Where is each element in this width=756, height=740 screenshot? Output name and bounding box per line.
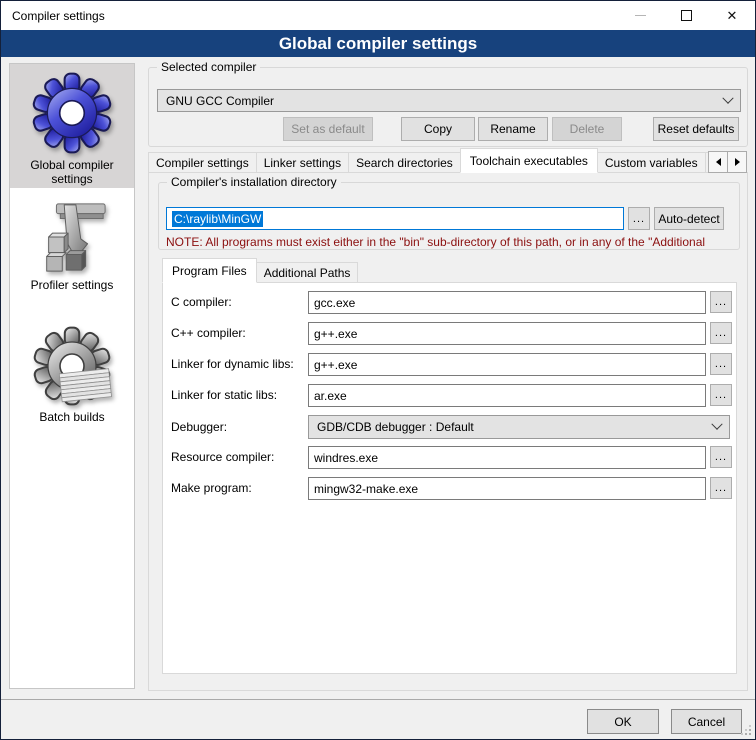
- tab-compiler-settings[interactable]: Compiler settings: [148, 152, 257, 173]
- linker-dynamic-label: Linker for dynamic libs:: [171, 357, 306, 371]
- selected-compiler-legend: Selected compiler: [157, 60, 260, 74]
- c-compiler-label: C compiler:: [171, 295, 306, 309]
- settings-category-list: Global compiler settings: [9, 63, 135, 689]
- blue-gear-icon: [31, 72, 113, 154]
- caliper-icon: [35, 200, 109, 274]
- tab-toolchain-executables[interactable]: Toolchain executables: [460, 148, 598, 173]
- make-program-input[interactable]: mingw32-make.exe: [308, 477, 706, 500]
- rename-button[interactable]: Rename: [478, 117, 548, 141]
- tab-scroll-right-button[interactable]: [727, 151, 747, 173]
- resize-grip[interactable]: [739, 723, 751, 735]
- program-files-page: C compiler: gcc.exe ... C++ compiler: g+…: [162, 282, 737, 674]
- sidebar-item-label: Profiler settings: [10, 274, 134, 300]
- cpp-compiler-label: C++ compiler:: [171, 326, 306, 340]
- c-compiler-input[interactable]: gcc.exe: [308, 291, 706, 314]
- installation-directory-input[interactable]: C:\raylib\MinGW: [166, 207, 624, 230]
- bin-subdirectory-note: NOTE: All programs must exist either in …: [166, 235, 736, 249]
- tab-scroll-left-button[interactable]: [708, 151, 728, 173]
- tab-program-files[interactable]: Program Files: [162, 258, 257, 283]
- sidebar-item-label: Global compiler settings: [10, 154, 134, 194]
- close-icon: ✕: [727, 9, 738, 22]
- debugger-select[interactable]: GDB/CDB debugger : Default: [308, 415, 730, 439]
- tab-linker-settings[interactable]: Linker settings: [256, 152, 349, 173]
- window-close-button[interactable]: ✕: [709, 1, 755, 30]
- compiler-tabs: Compiler settings Linker settings Search…: [148, 148, 735, 173]
- tab-search-directories[interactable]: Search directories: [348, 152, 461, 173]
- auto-detect-button[interactable]: Auto-detect: [654, 207, 724, 230]
- linker-dynamic-browse-button[interactable]: ...: [710, 353, 732, 375]
- cancel-button[interactable]: Cancel: [671, 709, 742, 734]
- debugger-label: Debugger:: [171, 420, 306, 434]
- arrow-left-icon: [716, 158, 721, 166]
- compiler-select[interactable]: GNU GCC Compiler: [157, 89, 741, 112]
- linker-dynamic-input[interactable]: g++.exe: [308, 353, 706, 376]
- delete-button[interactable]: Delete: [552, 117, 622, 141]
- window-minimize-button[interactable]: [617, 1, 663, 30]
- sidebar-item-label: Batch builds: [10, 406, 134, 432]
- window-controls: ✕: [617, 1, 755, 30]
- linker-static-input[interactable]: ar.exe: [308, 384, 706, 407]
- tab-scroll-arrows: [709, 151, 747, 173]
- resource-compiler-browse-button[interactable]: ...: [710, 446, 732, 468]
- sidebar-item-batch-builds[interactable]: Batch builds: [10, 326, 134, 432]
- c-compiler-browse-button[interactable]: ...: [710, 291, 732, 313]
- debugger-select-value: GDB/CDB debugger : Default: [317, 420, 474, 434]
- program-tabs: Program Files Additional Paths: [162, 258, 357, 283]
- linker-static-label: Linker for static libs:: [171, 388, 306, 402]
- tab-additional-paths[interactable]: Additional Paths: [256, 262, 359, 283]
- maximize-icon: [681, 10, 692, 21]
- titlebar[interactable]: Compiler settings ✕: [1, 1, 755, 30]
- toolchain-executables-page: Compiler's installation directory C:\ray…: [148, 172, 748, 691]
- sidebar-item-profiler-settings[interactable]: Profiler settings: [10, 200, 134, 300]
- installation-directory-value: C:\raylib\MinGW: [172, 211, 263, 227]
- resource-compiler-label: Resource compiler:: [171, 450, 306, 464]
- dialog-header: Global compiler settings: [1, 30, 755, 57]
- resource-compiler-input[interactable]: windres.exe: [308, 446, 706, 469]
- copy-button[interactable]: Copy: [401, 117, 475, 141]
- linker-static-browse-button[interactable]: ...: [710, 384, 732, 406]
- cpp-compiler-browse-button[interactable]: ...: [710, 322, 732, 344]
- chevron-down-icon: [711, 419, 722, 430]
- window-maximize-button[interactable]: [663, 1, 709, 30]
- cpp-compiler-input[interactable]: g++.exe: [308, 322, 706, 345]
- set-as-default-button[interactable]: Set as default: [283, 117, 373, 141]
- make-program-browse-button[interactable]: ...: [710, 477, 732, 499]
- tab-custom-variables[interactable]: Custom variables: [597, 152, 706, 173]
- window-title: Compiler settings: [1, 9, 105, 23]
- footer-divider: [1, 699, 755, 700]
- minimize-icon: [635, 15, 646, 16]
- make-program-label: Make program:: [171, 481, 306, 495]
- compiler-select-value: GNU GCC Compiler: [166, 94, 274, 108]
- ok-button[interactable]: OK: [587, 709, 659, 734]
- selected-compiler-group: Selected compiler GNU GCC Compiler Set a…: [148, 67, 748, 147]
- gray-gear-stack-icon: [32, 326, 112, 406]
- browse-directory-button[interactable]: ...: [628, 207, 650, 230]
- compiler-settings-dialog: Compiler settings ✕ Global compiler sett…: [0, 0, 756, 740]
- arrow-right-icon: [735, 158, 740, 166]
- reset-defaults-button[interactable]: Reset defaults: [653, 117, 739, 141]
- chevron-down-icon: [722, 92, 733, 103]
- page-title: Global compiler settings: [279, 34, 477, 54]
- sidebar-item-global-compiler-settings[interactable]: Global compiler settings: [10, 64, 134, 188]
- installation-directory-group: Compiler's installation directory C:\ray…: [158, 182, 740, 250]
- installation-directory-legend: Compiler's installation directory: [167, 175, 341, 189]
